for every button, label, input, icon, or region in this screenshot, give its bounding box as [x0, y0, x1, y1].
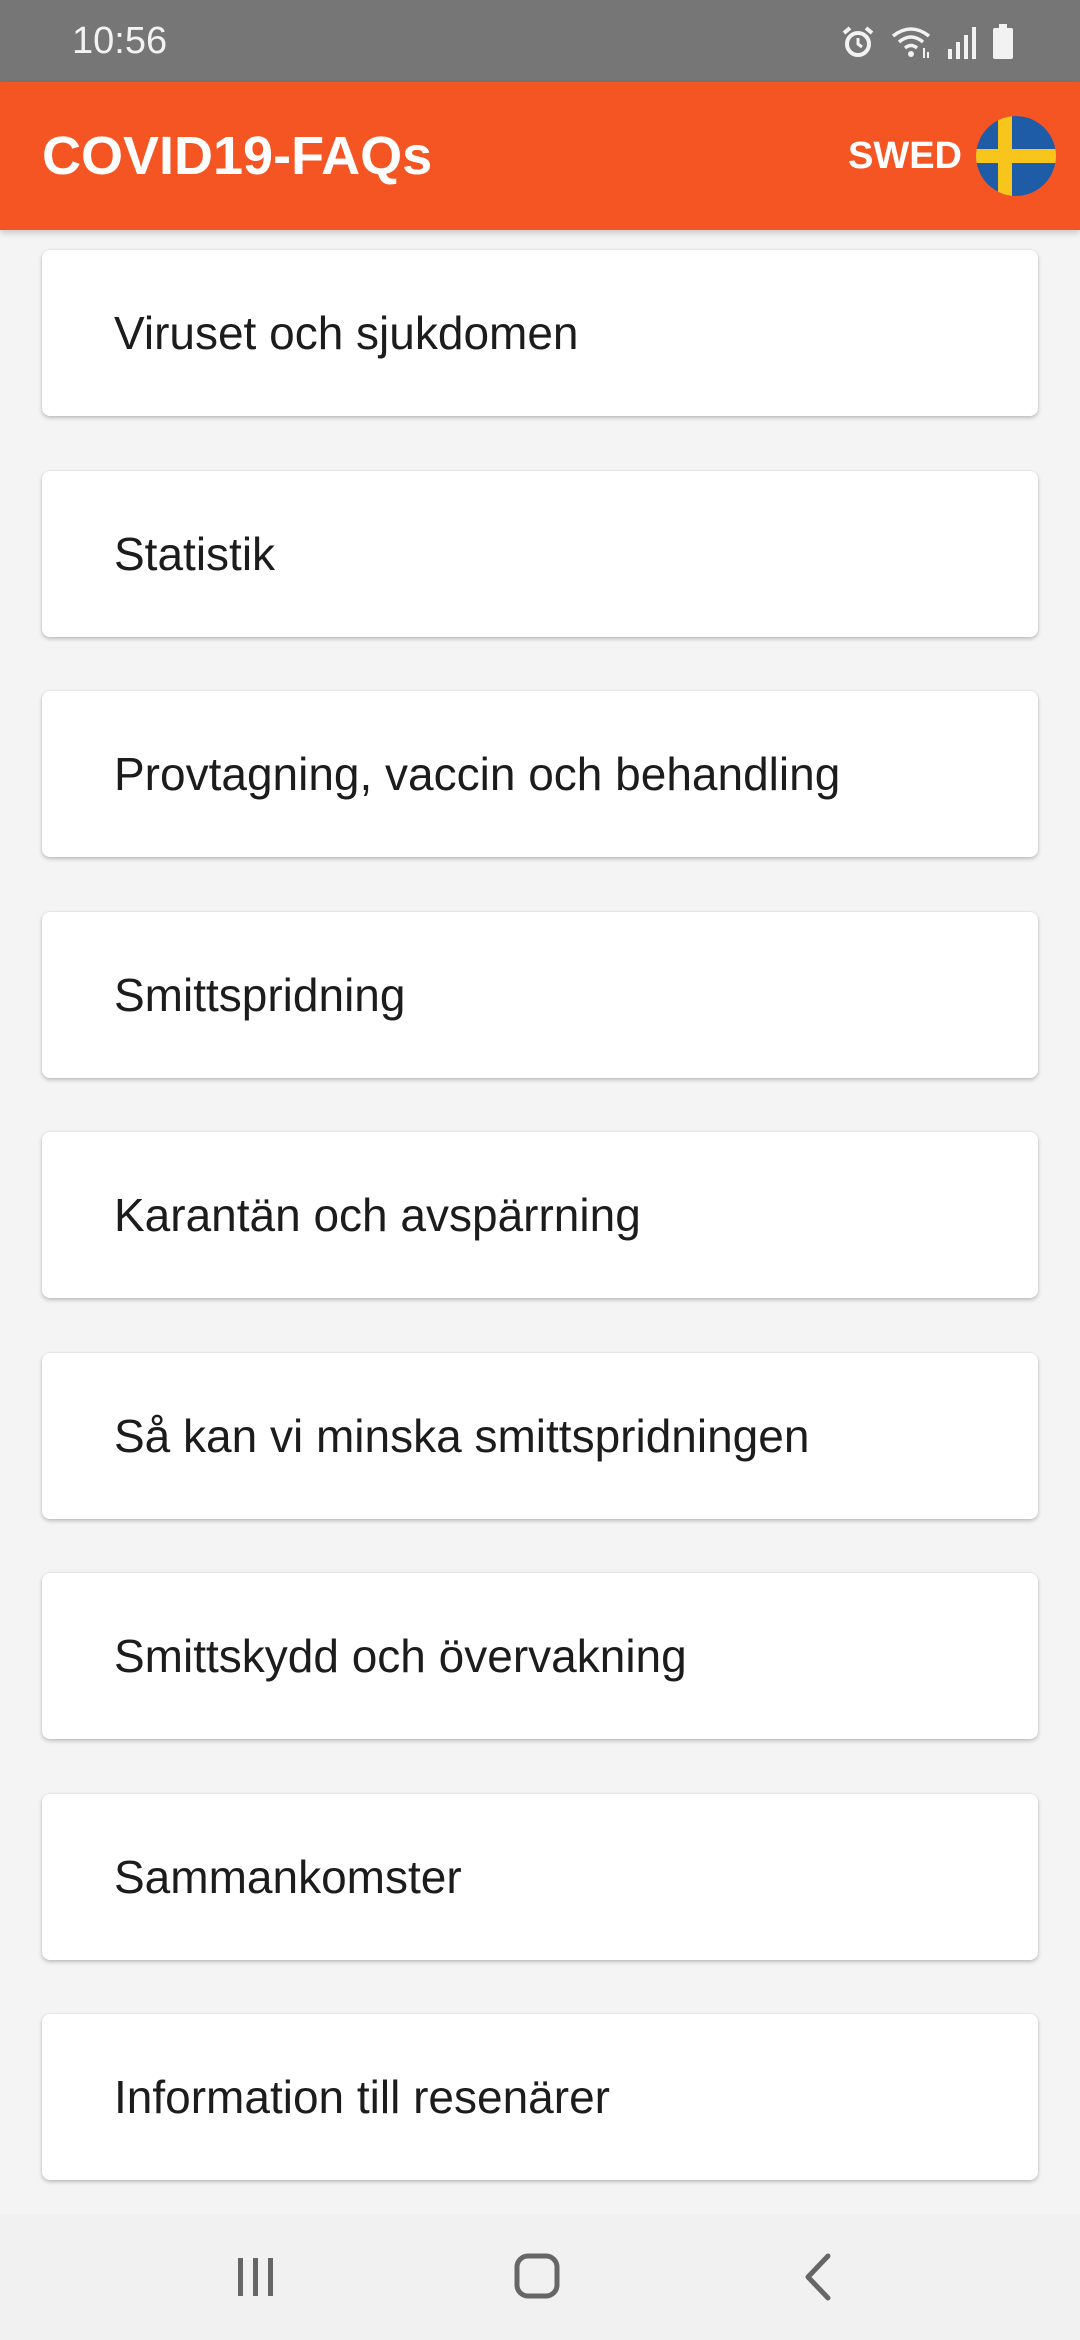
- category-card[interactable]: Karantän och avspärrning: [42, 1132, 1038, 1298]
- status-icons: [840, 20, 1014, 64]
- category-label: Smittskydd och övervakning: [114, 1630, 687, 1682]
- language-switch-button[interactable]: SWED: [848, 114, 1056, 198]
- wifi-icon: [890, 24, 932, 60]
- signal-icon: [946, 25, 978, 59]
- app-bar: COVID19-FAQs SWED: [0, 82, 1080, 230]
- category-label: Viruset och sjukdomen: [114, 307, 579, 359]
- app-title: COVID19-FAQs: [42, 126, 433, 186]
- category-label: Sammankomster: [114, 1851, 462, 1903]
- category-label: Provtagning, vaccin och behandling: [114, 748, 841, 800]
- alarm-icon: [840, 24, 876, 60]
- home-icon[interactable]: [500, 2244, 572, 2310]
- category-card[interactable]: Information till resenärer: [42, 2014, 1038, 2180]
- category-list: Viruset och sjukdomen Statistik Provtagn…: [0, 230, 1080, 2214]
- category-card[interactable]: Så kan vi minska smittspridningen: [42, 1353, 1038, 1519]
- recent-apps-icon[interactable]: [220, 2244, 292, 2310]
- language-label: SWED: [848, 134, 962, 177]
- category-label: Så kan vi minska smittspridningen: [114, 1410, 810, 1462]
- status-bar: 10:56: [0, 0, 1080, 82]
- back-icon[interactable]: [782, 2244, 854, 2310]
- status-time: 10:56: [72, 20, 168, 62]
- category-card[interactable]: Statistik: [42, 471, 1038, 637]
- system-nav-bar: [0, 2214, 1080, 2340]
- category-card[interactable]: Viruset och sjukdomen: [42, 250, 1038, 416]
- category-label: Information till resenärer: [114, 2071, 610, 2123]
- category-card[interactable]: Smittspridning: [42, 912, 1038, 1078]
- category-label: Karantän och avspärrning: [114, 1189, 641, 1241]
- category-card[interactable]: Smittskydd och övervakning: [42, 1573, 1038, 1739]
- category-card[interactable]: Provtagning, vaccin och behandling: [42, 691, 1038, 857]
- category-label: Smittspridning: [114, 969, 406, 1021]
- sweden-flag-icon: [976, 116, 1056, 196]
- battery-icon: [992, 24, 1014, 60]
- category-label: Statistik: [114, 528, 276, 580]
- category-card[interactable]: Sammankomster: [42, 1794, 1038, 1960]
